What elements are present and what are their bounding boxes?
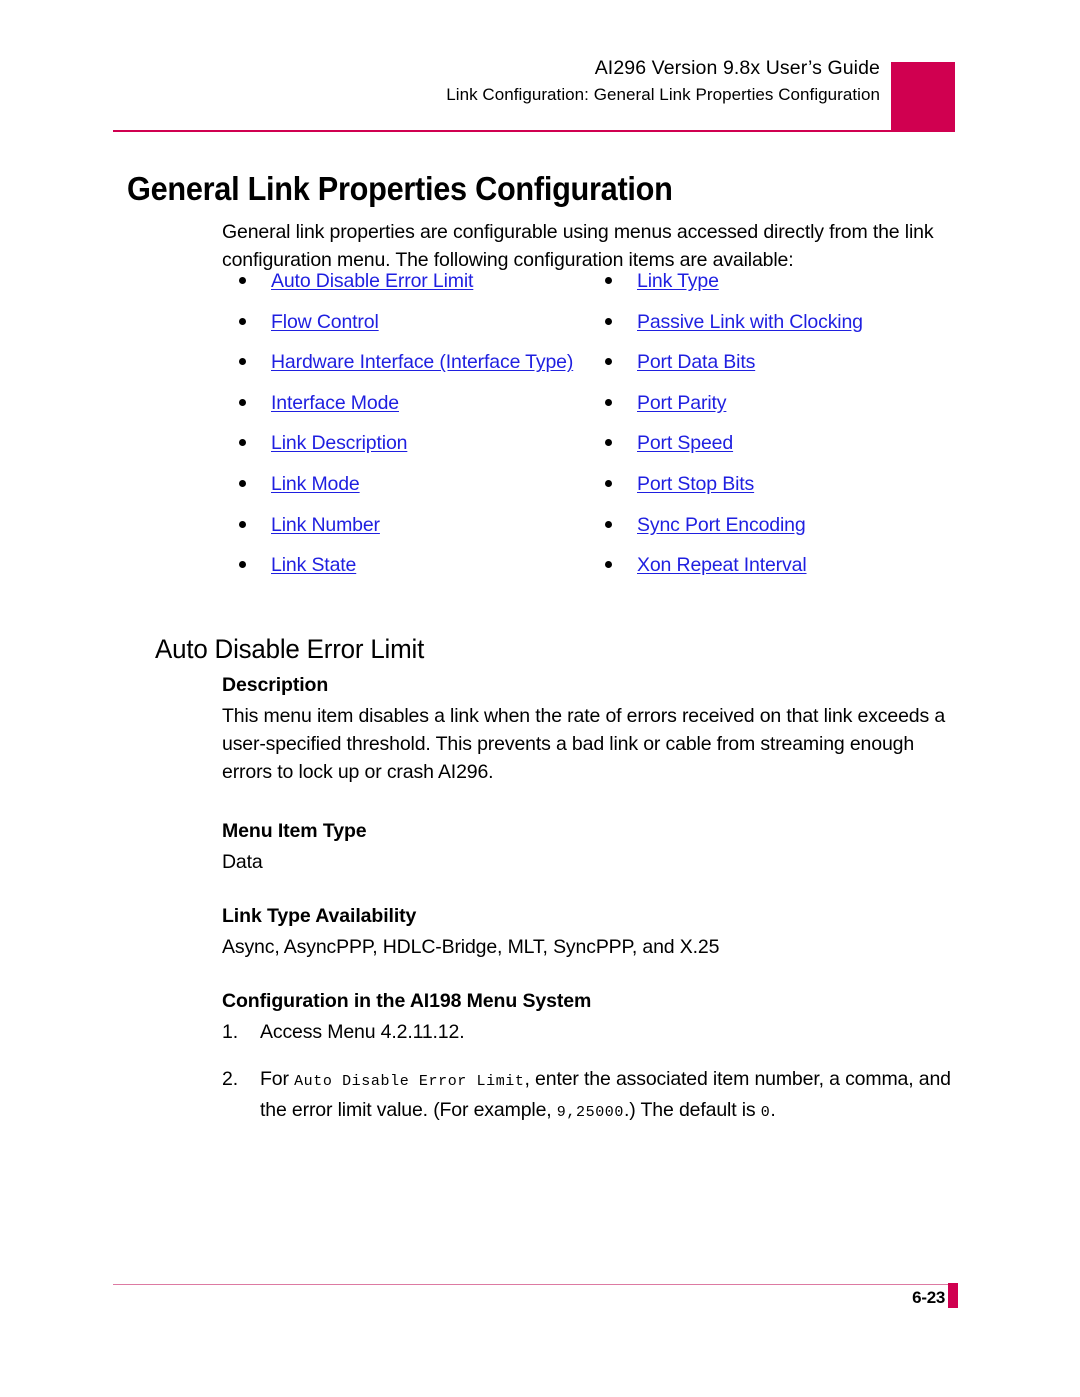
header-accent-block (891, 62, 955, 132)
step-number: 2. (222, 1068, 238, 1090)
bullet-icon (605, 398, 612, 406)
link-link-description[interactable]: Link Description (271, 432, 407, 454)
page-header: AI296 Version 9.8x User’s Guide Link Con… (0, 55, 880, 108)
link-link-number[interactable]: Link Number (271, 514, 380, 536)
step-text: Access Menu 4.2.11.12. (260, 1021, 465, 1043)
list-item[interactable]: Link Number (231, 512, 591, 553)
link-hardware-interface[interactable]: Hardware Interface (Interface Type) (271, 351, 573, 373)
link-xon-repeat-interval[interactable]: Xon Repeat Interval (637, 554, 807, 576)
list-item: 1. Access Menu 4.2.11.12. (222, 1018, 967, 1046)
list-item[interactable]: Port Parity (597, 390, 967, 431)
link-type-availability-value: Async, AsyncPPP, HDLC-Bridge, MLT, SyncP… (222, 936, 720, 958)
header-divider-rule (113, 130, 891, 132)
step-text-middle-2: .) The default is (624, 1099, 761, 1121)
list-item[interactable]: Passive Link with Clocking (597, 309, 967, 350)
bullet-icon (239, 520, 246, 528)
bullet-icon (239, 479, 246, 487)
page-title: General Link Properties Configuration (127, 170, 673, 208)
link-link-type[interactable]: Link Type (637, 270, 719, 292)
step-code-example-value: 9,25000 (556, 1104, 625, 1121)
subheading-menu-item-type: Menu Item Type (222, 820, 367, 842)
bullet-icon (605, 520, 612, 528)
link-port-parity[interactable]: Port Parity (637, 392, 727, 414)
step-code-menu-item: Auto Disable Error Limit (294, 1073, 525, 1090)
bullet-icon (605, 277, 612, 284)
document-page: AI296 Version 9.8x User’s Guide Link Con… (0, 0, 1080, 1397)
list-item[interactable]: Sync Port Encoding (597, 512, 967, 553)
bullet-icon (239, 358, 246, 366)
step-number: 1. (222, 1021, 238, 1043)
link-list-right-column: Link Type Passive Link with Clocking Por… (597, 268, 967, 593)
bullet-icon (239, 277, 246, 284)
list-item[interactable]: Link Description (231, 430, 591, 471)
bullet-icon (605, 439, 612, 447)
list-item[interactable]: Xon Repeat Interval (597, 552, 967, 593)
footer-page-number: 6-23 (912, 1288, 945, 1307)
list-item[interactable]: Link State (231, 552, 591, 593)
list-item[interactable]: Link Type (597, 268, 967, 309)
bullet-icon (239, 439, 246, 447)
list-item[interactable]: Auto Disable Error Limit (231, 268, 591, 309)
link-port-speed[interactable]: Port Speed (637, 432, 733, 454)
link-port-data-bits[interactable]: Port Data Bits (637, 351, 755, 373)
description-text: This menu item disables a link when the … (222, 705, 946, 783)
step-text-prefix: For (260, 1068, 295, 1090)
header-breadcrumb: Link Configuration: General Link Propert… (446, 85, 880, 104)
subheading-description: Description (222, 674, 329, 696)
bullet-icon (239, 561, 246, 569)
bullet-icon (605, 479, 612, 487)
list-item[interactable]: Port Data Bits (597, 349, 967, 390)
footer-accent-block (948, 1283, 958, 1308)
header-guide-title: AI296 Version 9.8x User’s Guide (594, 57, 880, 79)
link-link-mode[interactable]: Link Mode (271, 473, 360, 495)
link-interface-mode[interactable]: Interface Mode (271, 392, 399, 414)
subheading-link-type-availability: Link Type Availability (222, 905, 417, 927)
menu-item-type-value: Data (222, 851, 263, 873)
bullet-icon (605, 358, 612, 366)
link-flow-control[interactable]: Flow Control (271, 311, 379, 333)
subheading-configuration-menu-system: Configuration in the AI198 Menu System (222, 990, 592, 1012)
step-text-suffix: . (770, 1099, 776, 1121)
link-auto-disable-error-limit[interactable]: Auto Disable Error Limit (271, 270, 473, 292)
link-port-stop-bits[interactable]: Port Stop Bits (637, 473, 754, 495)
bullet-icon (239, 398, 246, 406)
link-passive-link-with-clocking[interactable]: Passive Link with Clocking (637, 311, 863, 333)
link-sync-port-encoding[interactable]: Sync Port Encoding (637, 514, 806, 536)
list-item[interactable]: Interface Mode (231, 390, 591, 431)
bullet-icon (239, 317, 246, 325)
list-item[interactable]: Link Mode (231, 471, 591, 512)
link-link-state[interactable]: Link State (271, 554, 356, 576)
footer-divider-rule (113, 1284, 948, 1285)
section-heading-auto-disable-error-limit: Auto Disable Error Limit (155, 634, 425, 665)
list-item[interactable]: Port Stop Bits (597, 471, 967, 512)
list-item[interactable]: Hardware Interface (Interface Type) (231, 349, 591, 390)
configuration-steps-list: 1. Access Menu 4.2.11.12. 2. For Auto Dis… (222, 1018, 967, 1127)
intro-paragraph: General link properties are configurable… (222, 220, 934, 271)
link-list-left-column: Auto Disable Error Limit Flow Control Ha… (231, 268, 591, 593)
list-item[interactable]: Flow Control (231, 309, 591, 350)
step-code-default-value: 0 (760, 1104, 771, 1121)
bullet-icon (605, 561, 612, 569)
list-item[interactable]: Port Speed (597, 430, 967, 471)
bullet-icon (605, 317, 612, 325)
list-item: 2. For Auto Disable Error Limit, enter th… (222, 1065, 967, 1127)
section-content: Description This menu item disables a li… (222, 672, 967, 1146)
